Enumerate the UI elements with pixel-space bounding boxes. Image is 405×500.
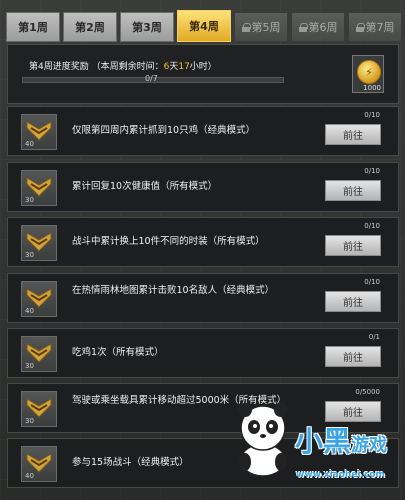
brand-char-3: 游戏	[351, 435, 388, 456]
progress-title: 第4周进度奖励 （本周剩余时间：6天17小时）	[29, 59, 217, 72]
task-badge: 40	[21, 114, 57, 150]
tab-label: 第4周	[189, 20, 219, 33]
task-description: 在热情雨林地图累计击败10名敌人（经典模式）	[72, 285, 275, 296]
days-unit: 天	[169, 62, 179, 72]
go-button[interactable]: 前往	[325, 180, 381, 201]
lock-icon	[355, 22, 365, 32]
remaining-hours: 17	[178, 62, 190, 72]
progress-count: 0/7	[145, 74, 158, 83]
chevron-rank-icon	[26, 177, 52, 197]
go-button[interactable]: 前往	[325, 124, 381, 145]
tab-label: 第6周	[308, 21, 338, 34]
tab-week-5[interactable]: 第5周	[234, 12, 288, 42]
task-progress: 0/1	[368, 333, 380, 341]
tab-label: 第3周	[132, 21, 162, 34]
task-row: 30 吃鸡1次（所有模式） 0/1 前往	[7, 328, 399, 378]
badge-points: 30	[25, 362, 34, 370]
lock-icon	[298, 22, 308, 32]
coin-icon: ⚡	[357, 60, 381, 84]
badge-points: 40	[25, 140, 34, 148]
tab-label: 第2周	[75, 21, 105, 34]
task-description: 吃鸡1次（所有模式）	[72, 347, 164, 358]
brand-char-1: 小	[295, 425, 324, 458]
watermark-brand: 小黑游戏	[295, 420, 387, 460]
task-description: 累计回复10次健康值（所有模式）	[72, 181, 218, 192]
chevron-rank-icon	[26, 288, 52, 308]
tab-week-4[interactable]: 第4周	[177, 10, 231, 42]
week-tabs: 第1周 第2周 第3周 第4周 第5周 第6周 第7周	[6, 10, 404, 42]
site-watermark: 小黑游戏 www.xiaohei.com	[233, 398, 405, 500]
task-progress: 0/10	[364, 278, 380, 286]
task-badge: 40	[21, 281, 57, 317]
tab-label: 第5周	[251, 21, 281, 34]
hours-unit: 小时）	[189, 62, 217, 72]
chevron-rank-icon	[26, 398, 52, 418]
reward-box[interactable]: ⚡ 1000	[352, 55, 384, 93]
task-badge: 30	[21, 170, 57, 206]
tab-week-6[interactable]: 第6周	[291, 12, 345, 42]
task-progress: 0/10	[364, 222, 380, 230]
go-button[interactable]: 前往	[325, 346, 381, 367]
badge-points: 30	[25, 251, 34, 259]
task-badge: 30	[21, 391, 57, 427]
chevron-rank-icon	[26, 121, 52, 141]
chevron-rank-icon	[26, 343, 52, 363]
chevron-rank-icon	[26, 232, 52, 252]
tab-label: 第1周	[18, 21, 48, 34]
badge-points: 30	[25, 196, 34, 204]
task-badge: 40	[21, 446, 57, 482]
badge-points: 30	[25, 417, 34, 425]
tab-week-7[interactable]: 第7周	[348, 12, 402, 42]
task-row: 30 累计回复10次健康值（所有模式） 0/10 前往	[7, 162, 399, 212]
lock-icon	[241, 22, 251, 32]
task-progress: 0/10	[364, 167, 380, 175]
tab-label: 第7周	[365, 21, 395, 34]
task-row: 40 仅限第四周内累计抓到10只鸡（经典模式） 0/10 前往	[7, 106, 399, 156]
tab-week-2[interactable]: 第2周	[63, 12, 117, 42]
watermark-url: www.xiaohei.com	[296, 470, 385, 480]
task-progress: 0/10	[364, 111, 380, 119]
go-button[interactable]: 前往	[325, 235, 381, 256]
task-row: 40 在热情雨林地图累计击败10名敌人（经典模式） 0/10 前往	[7, 273, 399, 323]
chevron-rank-icon	[26, 453, 52, 473]
task-description: 仅限第四周内累计抓到10只鸡（经典模式）	[72, 125, 256, 136]
badge-points: 40	[25, 472, 34, 480]
brand-char-2: 黑	[323, 425, 352, 458]
progress-title-prefix: 第4周进度奖励 （本周剩余时间：	[29, 62, 164, 72]
reward-amount: 1000	[363, 84, 381, 92]
go-button[interactable]: 前往	[325, 291, 381, 312]
task-row: 30 战斗中累计换上10件不同的时装（所有模式） 0/10 前往	[7, 217, 399, 267]
tab-week-1[interactable]: 第1周	[6, 12, 60, 42]
task-progress: 0/5000	[355, 388, 380, 396]
task-badge: 30	[21, 225, 57, 261]
task-badge: 30	[21, 336, 57, 372]
task-description: 战斗中累计换上10件不同的时装（所有模式）	[72, 236, 265, 247]
panda-mascot-icon	[238, 403, 288, 477]
tab-week-3[interactable]: 第3周	[120, 12, 174, 42]
badge-points: 40	[25, 307, 34, 315]
progress-panel: 第4周进度奖励 （本周剩余时间：6天17小时） 0/7 ⚡ 1000	[7, 44, 399, 104]
